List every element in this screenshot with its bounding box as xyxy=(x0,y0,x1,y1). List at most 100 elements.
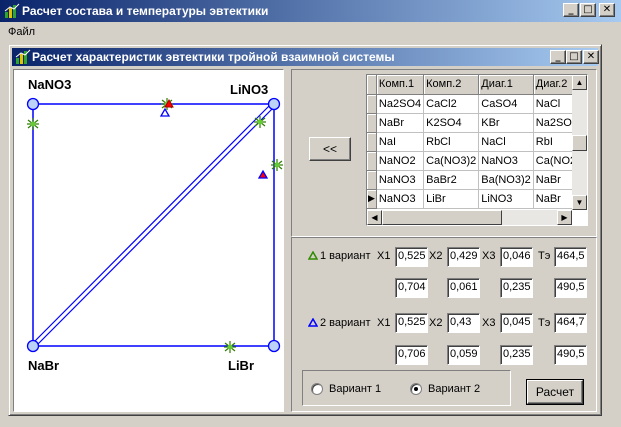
child-title-bar[interactable]: Расчет характеристик эвтектики тройной в… xyxy=(12,48,598,66)
header-comp2[interactable]: Комп.2 xyxy=(423,75,480,95)
table-cell[interactable]: Ba(NO3)2 xyxy=(478,170,534,190)
components-grid[interactable]: Комп.1 Комп.2 Диаг.1 Диаг.2 Na2SO4 CaCl2… xyxy=(366,74,588,226)
row-indicator[interactable] xyxy=(367,151,377,171)
table-row[interactable]: Na2SO4 CaCl2 CaSO4 NaCl xyxy=(367,94,587,114)
table-cell[interactable]: NaBr xyxy=(376,113,425,133)
green-marker-bottom xyxy=(224,341,236,353)
app-title-bar[interactable]: Расчет состава и температуры эвтектики xyxy=(0,0,621,22)
scroll-thumb-vertical[interactable] xyxy=(572,135,587,151)
vertex-top-left xyxy=(26,97,40,111)
radio-variant1[interactable] xyxy=(311,383,323,395)
table-cell[interactable]: KBr xyxy=(478,113,534,133)
table-cell[interactable]: NaNO2 xyxy=(376,151,425,171)
variant1-x2-field[interactable]: 0,429 xyxy=(447,247,480,267)
table-cell[interactable]: NaI xyxy=(376,132,425,152)
table-cell[interactable]: LiNO3 xyxy=(478,189,534,209)
corner-label-lino3: LiNO3 xyxy=(230,82,269,97)
maximize-button[interactable]: □ xyxy=(580,3,596,17)
variant2-x1-label: X1 xyxy=(377,317,391,329)
table-cell[interactable]: LiBr xyxy=(423,189,480,209)
variant1-x1-label: X1 xyxy=(377,250,391,262)
table-row[interactable]: NaNO2 Ca(NO3)2 NaNO3 Ca(NO2)2 xyxy=(367,151,587,171)
table-cell[interactable]: NaNO3 xyxy=(376,170,425,190)
header-indicator xyxy=(367,75,377,95)
components-table: Комп.1 Комп.2 Диаг.1 Диаг.2 Na2SO4 CaCl2… xyxy=(367,75,587,209)
close-button[interactable]: ✕ xyxy=(599,3,615,17)
variant1-x1-alt-field[interactable]: 0,704 xyxy=(395,278,428,298)
variant1-x2-alt-field[interactable]: 0,061 xyxy=(447,278,480,298)
row-indicator[interactable] xyxy=(367,94,377,114)
header-diag1[interactable]: Диаг.1 xyxy=(478,75,534,95)
variant1-t-alt-field[interactable]: 490,5 xyxy=(554,278,587,298)
table-cell[interactable]: BaBr2 xyxy=(423,170,480,190)
vertex-bottom-left xyxy=(26,339,40,353)
radio-variant2-label[interactable]: Вариант 2 xyxy=(428,383,480,395)
transfer-button[interactable]: << xyxy=(309,137,351,161)
table-row[interactable]: NaNO3 BaBr2 Ba(NO3)2 NaBr xyxy=(367,170,587,190)
menu-bar: Файл xyxy=(0,22,621,41)
child-minimize-button[interactable]: _ xyxy=(550,50,566,64)
variant1-x3-label: X3 xyxy=(482,250,496,262)
variant2-x1-field[interactable]: 0,525 xyxy=(395,313,428,333)
variant2-x1-alt-field[interactable]: 0,706 xyxy=(395,345,428,365)
variant1-x3-field[interactable]: 0,046 xyxy=(500,247,533,267)
row-indicator[interactable] xyxy=(367,113,377,133)
minimize-button[interactable]: _ xyxy=(563,3,579,17)
row-indicator[interactable] xyxy=(367,170,377,190)
scroll-left-button[interactable]: ◀ xyxy=(367,210,382,225)
child-close-button[interactable]: ✕ xyxy=(583,50,599,64)
table-cell[interactable]: CaCl2 xyxy=(423,94,480,114)
row-indicator[interactable] xyxy=(367,132,377,152)
radio-variant1-label[interactable]: Вариант 1 xyxy=(329,383,381,395)
table-row[interactable]: NaI RbCl NaCl RbI xyxy=(367,132,587,152)
radio-variant2[interactable] xyxy=(410,383,422,395)
variant2-x3-label: X3 xyxy=(482,317,496,329)
corner-label-nano3: NaNO3 xyxy=(28,77,72,92)
green-marker-left xyxy=(27,118,39,130)
variant1-t-field[interactable]: 464,5 xyxy=(554,247,587,267)
scroll-up-button[interactable]: ▲ xyxy=(572,75,587,90)
table-cell[interactable]: RbCl xyxy=(423,132,480,152)
grid-vertical-scrollbar[interactable]: ▲ ▼ xyxy=(572,75,587,210)
variant1-t-label: Tэ xyxy=(538,250,551,262)
scroll-down-button[interactable]: ▼ xyxy=(572,195,587,210)
current-row-indicator[interactable]: ▶ xyxy=(367,189,377,209)
variant2-x3-field[interactable]: 0,045 xyxy=(500,313,533,333)
variant1-x3-alt-field[interactable]: 0,235 xyxy=(500,278,533,298)
vertex-bottom-right xyxy=(267,339,281,353)
table-cell[interactable]: NaNO3 xyxy=(376,189,425,209)
table-cell[interactable]: NaCl xyxy=(478,132,534,152)
vertex-top-right xyxy=(267,97,281,111)
app-icon xyxy=(4,3,20,18)
scroll-thumb-horizontal[interactable] xyxy=(382,210,502,225)
triangle-right xyxy=(257,169,269,179)
table-cell[interactable]: Na2SO4 xyxy=(376,94,425,114)
variant2-t-alt-field[interactable]: 490,5 xyxy=(554,345,587,365)
variant2-triangle-icon xyxy=(308,318,318,327)
calculate-button[interactable]: Расчет xyxy=(526,379,584,405)
child-title: Расчет характеристик эвтектики тройной в… xyxy=(32,50,395,64)
table-cell[interactable]: K2SO4 xyxy=(423,113,480,133)
variant2-x2-alt-field[interactable]: 0,059 xyxy=(447,345,480,365)
app-title: Расчет состава и температуры эвтектики xyxy=(22,4,269,18)
table-row[interactable]: NaBr K2SO4 KBr Na2SO4 xyxy=(367,113,587,133)
variant1-x2-label: X2 xyxy=(429,250,443,262)
green-marker-right xyxy=(271,159,283,171)
child-app-icon xyxy=(15,49,31,64)
diagonal-line-b xyxy=(34,105,276,348)
grid-horizontal-scrollbar[interactable]: ◀ ▶ xyxy=(367,210,572,225)
variant2-t-label: Tэ xyxy=(538,317,551,329)
diagram-panel: NaNO3 LiNO3 NaBr LiBr xyxy=(13,69,284,412)
menu-file[interactable]: Файл xyxy=(8,26,35,38)
variant1-x1-field[interactable]: 0,525 xyxy=(395,247,428,267)
variant2-x3-alt-field[interactable]: 0,235 xyxy=(500,345,533,365)
scroll-right-button[interactable]: ▶ xyxy=(557,210,572,225)
table-cell[interactable]: NaNO3 xyxy=(478,151,534,171)
table-cell[interactable]: CaSO4 xyxy=(478,94,534,114)
variant2-x2-field[interactable]: 0,43 xyxy=(447,313,480,333)
table-cell[interactable]: Ca(NO3)2 xyxy=(423,151,480,171)
variant2-t-field[interactable]: 464,7 xyxy=(554,313,587,333)
child-maximize-button[interactable]: □ xyxy=(566,50,582,64)
table-row-current[interactable]: ▶ NaNO3 LiBr LiNO3 NaBr xyxy=(367,189,587,209)
header-comp1[interactable]: Комп.1 xyxy=(376,75,425,95)
